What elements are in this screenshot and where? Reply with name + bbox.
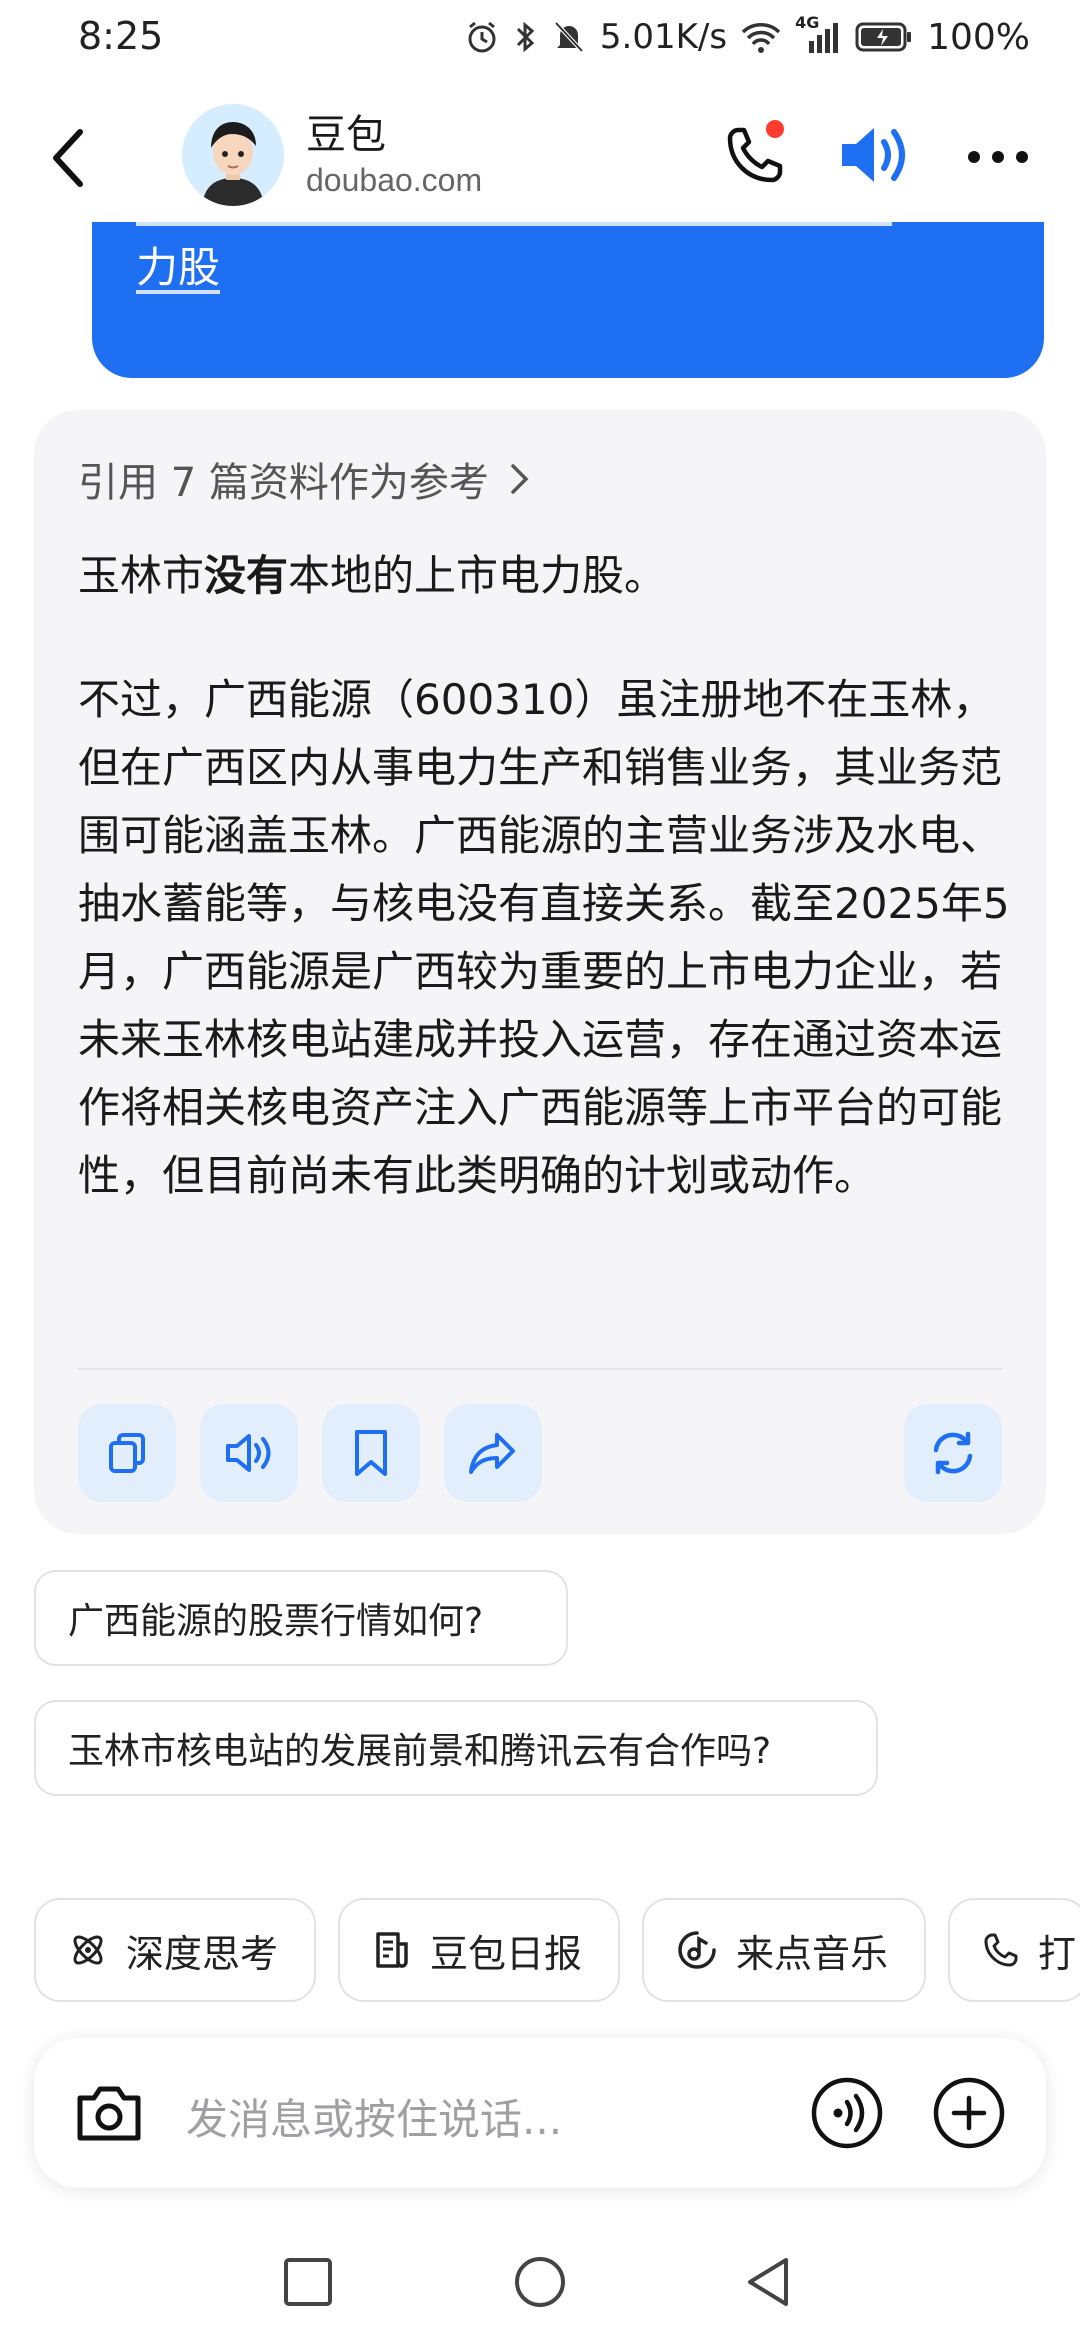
tool-label: 豆包日报 xyxy=(430,1931,583,1976)
mute-bell-icon xyxy=(554,21,584,53)
suggestion-chip[interactable]: 广西能源的股票行情如何? xyxy=(34,1570,568,1666)
suggestion-chip[interactable]: 玉林市核电站的发展前景和腾讯云有合作吗? xyxy=(34,1700,878,1796)
tool-label: 深度思考 xyxy=(126,1931,279,1976)
copy-icon xyxy=(109,1433,145,1473)
message-input[interactable]: 发消息或按住说话... xyxy=(186,2086,562,2147)
tool-label: 打 xyxy=(1038,1931,1077,1976)
bot-domain: doubao.com xyxy=(306,162,483,198)
tool-music[interactable]: 来点音乐 xyxy=(642,1898,926,2002)
camera-icon[interactable] xyxy=(74,2082,144,2144)
suggestion-text: 玉林市核电站的发展前景和腾讯云有合作吗? xyxy=(68,1731,772,1772)
speaker-icon[interactable] xyxy=(836,122,912,188)
battery-level: 100% xyxy=(927,16,1030,58)
call-notification-dot xyxy=(766,120,784,138)
copy-button[interactable] xyxy=(78,1404,176,1502)
home-icon[interactable] xyxy=(512,2254,568,2310)
avatar[interactable] xyxy=(182,104,284,206)
share-icon xyxy=(469,1433,515,1474)
chat-header: 豆包 doubao.com xyxy=(0,92,1080,222)
answer-card: 引用 7 篇资料作为参考 玉林市没有本地的上市电力股。 不过，广西能源（6003… xyxy=(34,410,1046,1534)
signal-icon xyxy=(809,23,839,53)
answer-paragraph: 不过，广西能源（600310）虽注册地不在玉林，但在广西区内从事电力生产和销售业… xyxy=(78,675,1010,1200)
news-icon xyxy=(376,1932,408,1968)
chevron-right-icon xyxy=(511,464,529,494)
reference-link[interactable]: 引用 7 篇资料作为参考 xyxy=(78,450,531,508)
status-bar: 8:25 5.01K/s 4G 100% xyxy=(0,0,1080,80)
bookmark-icon xyxy=(355,1430,387,1476)
status-icons: 5.01K/s 4G 100% xyxy=(464,12,1030,62)
tool-label: 来点音乐 xyxy=(736,1931,889,1976)
more-icon[interactable] xyxy=(966,137,1030,177)
user-message-line: 力股 xyxy=(136,243,221,292)
regenerate-icon xyxy=(933,1431,973,1475)
tool-deep-thinking[interactable]: 深度思考 xyxy=(34,1898,316,2002)
regenerate-button[interactable] xyxy=(904,1404,1002,1502)
battery-icon xyxy=(855,22,912,52)
status-time: 8:25 xyxy=(78,14,164,58)
bot-name: 豆包 xyxy=(306,112,386,158)
share-button[interactable] xyxy=(444,1404,542,1502)
alarm-icon xyxy=(468,21,496,53)
atom-icon xyxy=(73,1935,103,1965)
answer-emphasis: 没有 xyxy=(204,551,289,600)
read-aloud-icon xyxy=(226,1434,271,1472)
net-speed: 5.01K/s xyxy=(599,17,728,57)
phone-icon xyxy=(984,1933,1018,1967)
music-icon xyxy=(678,1931,716,1969)
back-icon[interactable] xyxy=(40,122,100,194)
wifi-icon xyxy=(741,23,781,53)
bookmark-button[interactable] xyxy=(322,1404,420,1502)
suggestion-text: 广西能源的股票行情如何? xyxy=(68,1601,484,1642)
divider xyxy=(78,1368,1002,1370)
message-input-bar: 发消息或按住说话... xyxy=(34,2038,1046,2188)
reference-text: 引用 7 篇资料作为参考 xyxy=(78,460,489,506)
voice-call-icon[interactable] xyxy=(810,2076,884,2150)
tool-call[interactable]: 打 xyxy=(948,1898,1080,2002)
bluetooth-icon xyxy=(516,21,535,53)
tool-daily-news[interactable]: 豆包日报 xyxy=(338,1898,620,2002)
plus-icon[interactable] xyxy=(932,2076,1006,2150)
answer-paragraph: 玉林市没有本地的上市电力股。 xyxy=(78,551,667,600)
back-nav-icon[interactable] xyxy=(742,2254,798,2310)
recent-apps-icon[interactable] xyxy=(280,2254,336,2310)
read-aloud-button[interactable] xyxy=(200,1404,298,1502)
network-type: 4G xyxy=(795,13,841,55)
